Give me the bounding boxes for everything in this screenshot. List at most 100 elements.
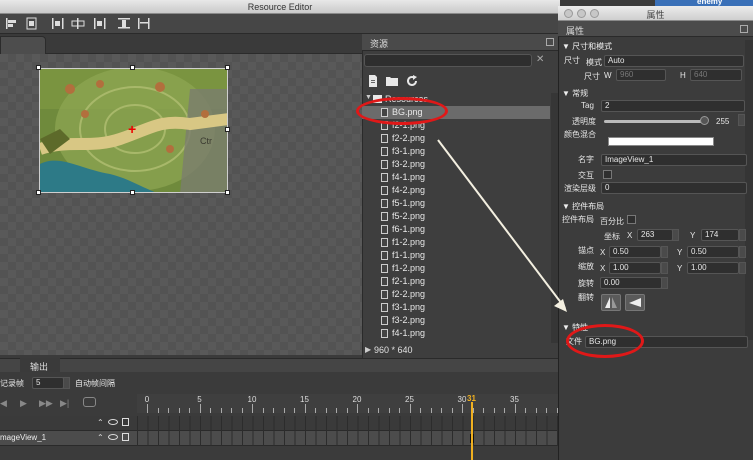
playhead[interactable]: [471, 402, 473, 460]
pos-y-stepper[interactable]: [739, 229, 746, 241]
resize-handle-bl[interactable]: [36, 190, 41, 195]
file-icon: [381, 173, 388, 182]
align-top-icon[interactable]: [92, 16, 108, 31]
flip-label: 翻转: [578, 293, 594, 302]
file-icon: [381, 147, 388, 156]
disclosure-triangle-icon[interactable]: ▼: [562, 323, 572, 332]
anchor-x-stepper[interactable]: [661, 246, 668, 258]
ruler-tick: [493, 408, 495, 413]
render-layer-select[interactable]: 0: [601, 182, 747, 194]
resource-item-label: f3-2.png: [392, 159, 426, 169]
resize-handle-br[interactable]: [225, 190, 230, 195]
interact-checkbox[interactable]: [603, 170, 612, 179]
panel-menu-icon[interactable]: [546, 38, 554, 46]
flip-horizontal-button[interactable]: [601, 294, 621, 311]
resize-handle-tl[interactable]: [36, 65, 41, 70]
timeline-track[interactable]: [137, 431, 558, 446]
loop-icon[interactable]: [83, 397, 96, 407]
scale-y-stepper[interactable]: [739, 262, 746, 274]
panel-menu-icon[interactable]: [740, 25, 748, 33]
timeline-row-imageview[interactable]: mageView_1 ⌃: [0, 431, 558, 446]
file-icon: [381, 251, 388, 260]
lock-icon[interactable]: [122, 433, 129, 441]
scale-x-stepper[interactable]: [661, 262, 668, 274]
pos-x-label: X: [627, 231, 633, 240]
mode-select[interactable]: Auto: [604, 55, 744, 67]
disclosure-triangle-icon[interactable]: ▼: [562, 42, 572, 51]
folder-icon[interactable]: [385, 74, 399, 88]
align-hcenter-icon[interactable]: [50, 16, 66, 31]
resize-handle-b[interactable]: [130, 190, 135, 195]
tab-output[interactable]: 输出: [20, 358, 60, 372]
resize-handle-t[interactable]: [130, 65, 135, 70]
resolution-row[interactable]: ▶ 960 * 640: [362, 343, 558, 357]
resource-item-label: f6-1.png: [392, 224, 426, 234]
resource-item-label: f1-2.png: [392, 237, 426, 247]
section-title: 常规: [572, 89, 589, 98]
align-right-icon[interactable]: [24, 16, 40, 31]
collapse-icon[interactable]: ⌃: [97, 418, 104, 427]
properties-window-title: 属性: [646, 10, 665, 20]
opacity-slider-track[interactable]: [604, 120, 706, 123]
collapse-icon[interactable]: ⌃: [97, 433, 104, 442]
ruler-tick: [241, 408, 243, 413]
visibility-eye-icon[interactable]: [108, 434, 118, 440]
percent-checkbox[interactable]: [627, 215, 636, 224]
scale-x-field[interactable]: 1.00: [609, 262, 661, 274]
refresh-icon[interactable]: [405, 74, 419, 88]
height-field[interactable]: 640: [690, 69, 742, 81]
distribute-v-icon[interactable]: [136, 16, 152, 31]
rotate-label: 旋转: [578, 279, 594, 288]
lock-icon[interactable]: [122, 418, 129, 426]
scale-y-field[interactable]: 1.00: [687, 262, 739, 274]
disclosure-triangle-icon[interactable]: ▼: [562, 89, 572, 98]
rotate-stepper[interactable]: [661, 277, 668, 289]
resource-item[interactable]: f4-1.png: [362, 327, 550, 340]
color-swatch[interactable]: [608, 137, 714, 146]
file-icon: [381, 290, 388, 299]
last-frame-icon[interactable]: ▶|: [60, 398, 69, 409]
section-general[interactable]: ▼ 常规: [562, 88, 588, 99]
opacity-stepper[interactable]: [738, 114, 745, 126]
annotation-oval-bg-file: [356, 97, 448, 125]
fast-forward-icon[interactable]: ▶▶: [39, 398, 53, 409]
tag-field[interactable]: 2: [601, 100, 745, 112]
rotate-field[interactable]: 0.00: [600, 277, 662, 289]
timeline-row[interactable]: ⌃: [0, 416, 558, 431]
pos-x-stepper[interactable]: [672, 229, 679, 241]
name-field[interactable]: ImageView_1: [601, 154, 747, 166]
ruler-tick: [220, 408, 222, 413]
opacity-slider-thumb[interactable]: [700, 116, 709, 125]
flip-vertical-button[interactable]: [625, 294, 645, 311]
align-bottom-icon[interactable]: [116, 16, 132, 31]
play-icon[interactable]: ▶: [20, 398, 27, 409]
file-icon: [381, 134, 388, 143]
record-frame-stepper[interactable]: [63, 377, 70, 389]
align-left-icon[interactable]: [4, 16, 20, 31]
canvas-tab[interactable]: [0, 36, 46, 54]
visibility-eye-icon[interactable]: [108, 419, 118, 425]
timeline-ruler[interactable]: 0 5 10 15 20 25 30 35: [137, 394, 558, 413]
ruler-tick: [157, 408, 159, 413]
resource-search-input[interactable]: [364, 54, 532, 67]
anchor-x-field[interactable]: 0.50: [609, 246, 661, 258]
section-size-mode[interactable]: ▼ 尺寸和模式: [562, 41, 612, 52]
scale-label: 缩放: [578, 262, 594, 271]
record-frame-field[interactable]: 5: [32, 377, 64, 389]
disclosure-triangle-icon[interactable]: ▶: [365, 345, 371, 354]
new-file-icon[interactable]: [366, 74, 380, 88]
distribute-h-icon[interactable]: [70, 16, 86, 31]
timeline-track[interactable]: [137, 416, 558, 431]
pos-y-field[interactable]: 174: [701, 229, 739, 241]
anchor-y-stepper[interactable]: [739, 246, 746, 258]
pos-x-field[interactable]: 263: [637, 229, 673, 241]
interact-label: 交互: [578, 171, 594, 180]
resource-item-label: f4-1.png: [392, 172, 426, 182]
search-clear-icon[interactable]: ✕: [536, 54, 548, 67]
resize-handle-tr[interactable]: [225, 65, 230, 70]
width-field[interactable]: 960: [616, 69, 666, 81]
anchor-y-field[interactable]: 0.50: [687, 246, 739, 258]
resize-handle-r[interactable]: [225, 127, 230, 132]
opacity-label: 透明度: [572, 117, 596, 126]
prev-frame-icon[interactable]: ◀: [0, 398, 7, 409]
